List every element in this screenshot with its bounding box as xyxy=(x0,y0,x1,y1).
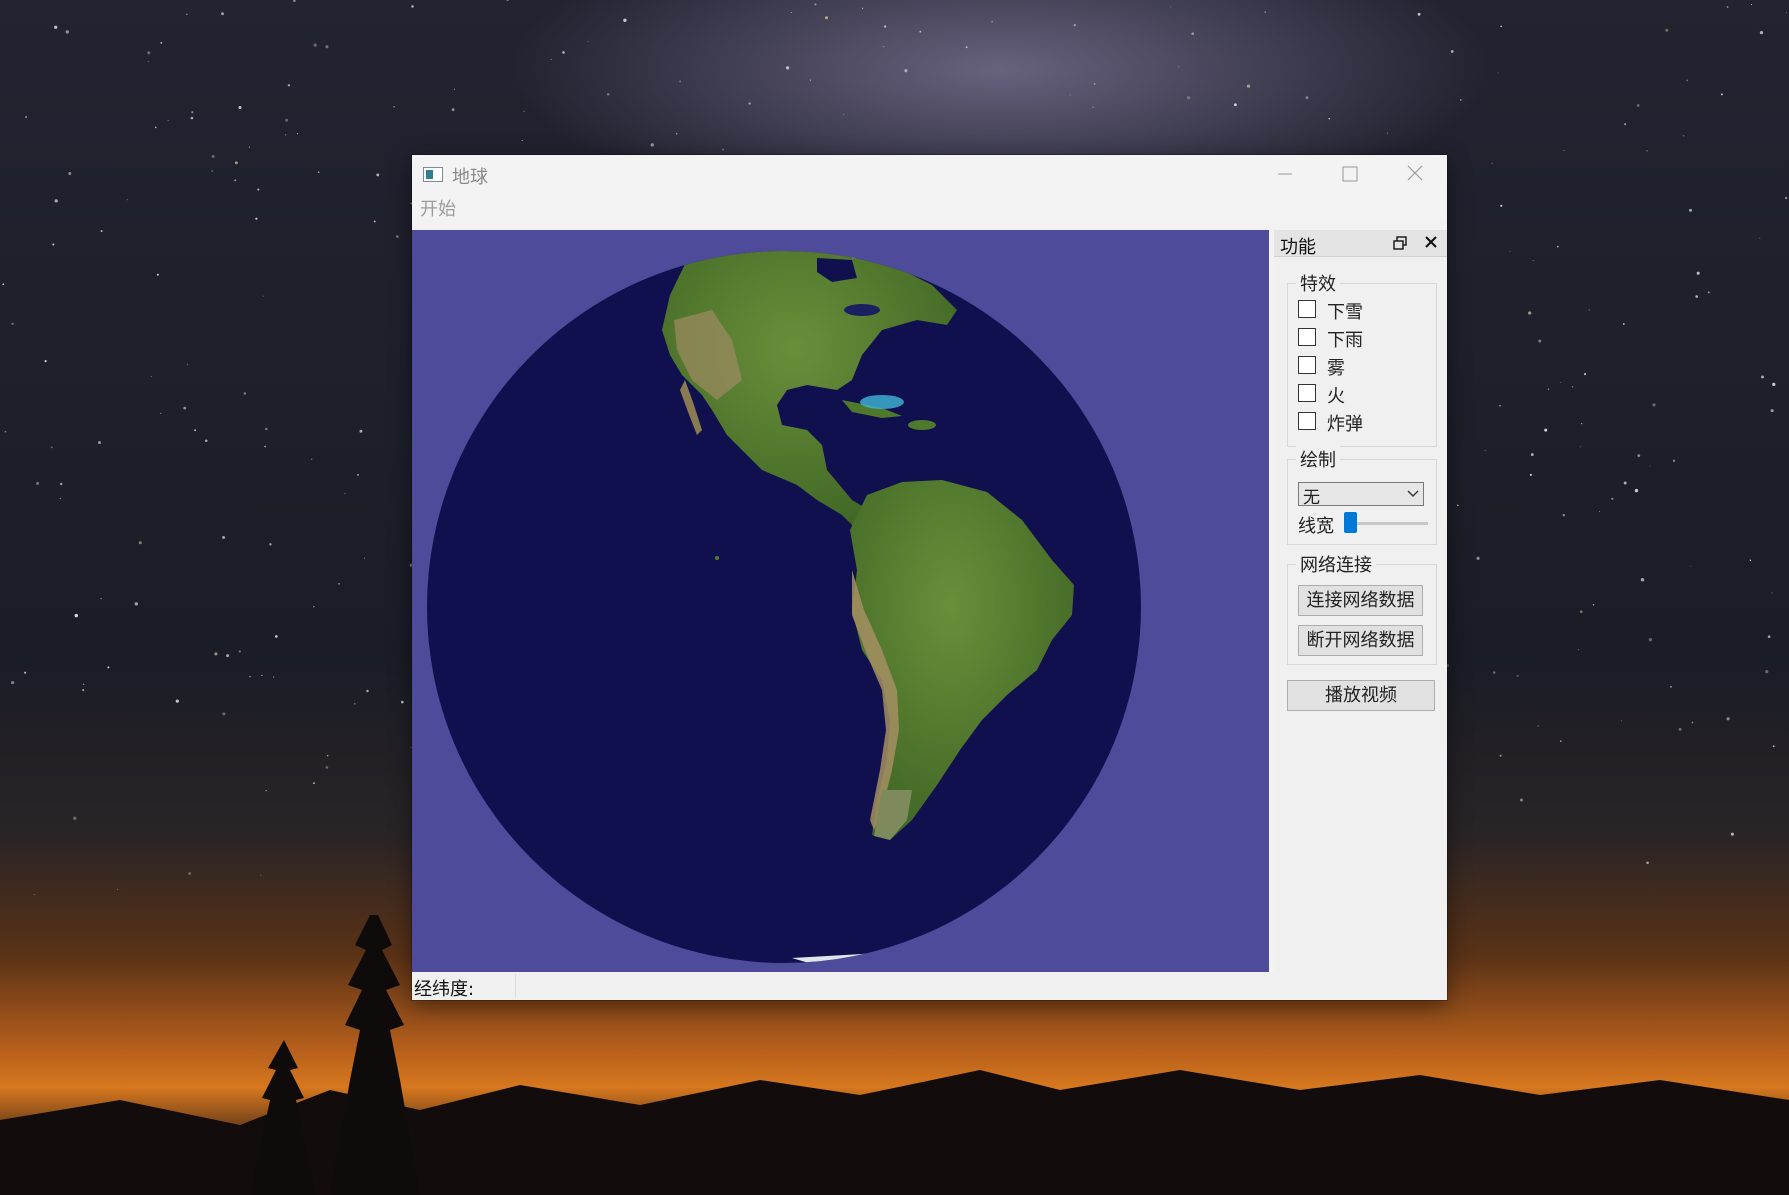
greenland-edge xyxy=(842,251,912,260)
title-bar[interactable]: 地球 xyxy=(412,155,1447,191)
checkbox-box[interactable] xyxy=(1298,356,1316,374)
draw-mode-select[interactable]: 无 xyxy=(1298,482,1424,508)
draw-mode-value: 无 xyxy=(1303,488,1320,508)
app-icon xyxy=(423,167,443,182)
network-group: 网络连接 连接网络数据 断开网络数据 xyxy=(1287,551,1437,665)
function-dock-panel: 功能 特效 下雪 下雨 雾 火 炸弹 绘制 无 线宽 网络连接 连接网络数据 断… xyxy=(1274,230,1447,972)
menu-bar: 开始 xyxy=(412,191,1447,221)
app-window: 地球 开始 功能 特效 下雪 下雨 雾 火 炸弹 绘制 无 线宽 网络连接 连接… xyxy=(412,155,1447,1000)
effects-group-title: 特效 xyxy=(1296,270,1340,296)
play-video-button[interactable]: 播放视频 xyxy=(1287,680,1435,711)
caribbean-shallows xyxy=(860,395,904,409)
line-width-label: 线宽 xyxy=(1298,516,1334,537)
dock-title: 功能 xyxy=(1280,237,1316,258)
maximize-button[interactable] xyxy=(1317,155,1381,191)
hispaniola xyxy=(908,420,936,430)
maximize-icon xyxy=(1342,166,1358,182)
close-button[interactable] xyxy=(1382,155,1446,191)
close-icon xyxy=(1407,165,1423,181)
minimize-icon xyxy=(1278,173,1292,175)
line-width-slider-thumb[interactable] xyxy=(1344,512,1357,533)
draw-group-title: 绘制 xyxy=(1296,446,1340,472)
dock-header[interactable]: 功能 xyxy=(1274,230,1447,258)
checkbox-box[interactable] xyxy=(1298,300,1316,318)
great-lakes xyxy=(844,304,880,316)
network-group-title: 网络连接 xyxy=(1296,551,1376,577)
effects-group: 特效 下雪 下雨 雾 火 炸弹 xyxy=(1287,270,1437,447)
globe-canvas[interactable] xyxy=(412,230,1269,972)
checkbox-label[interactable]: 下雨 xyxy=(1327,326,1363,352)
menu-item-start[interactable]: 开始 xyxy=(420,195,456,221)
status-separator xyxy=(515,974,516,998)
checkbox-box[interactable] xyxy=(1298,412,1316,430)
chevron-down-icon xyxy=(1407,490,1419,497)
checkbox-label[interactable]: 雾 xyxy=(1327,354,1345,380)
disconnect-network-button[interactable]: 断开网络数据 xyxy=(1298,625,1423,656)
window-title: 地球 xyxy=(452,167,488,188)
minimize-button[interactable] xyxy=(1252,155,1316,191)
status-bar: 经纬度: xyxy=(412,972,1447,1000)
lat-lon-label: 经纬度: xyxy=(414,979,475,1000)
checkbox-box[interactable] xyxy=(1298,328,1316,346)
checkbox-label[interactable]: 火 xyxy=(1327,382,1345,408)
draw-group: 绘制 无 线宽 xyxy=(1287,446,1437,545)
island-speck xyxy=(715,556,719,560)
checkbox-box[interactable] xyxy=(1298,384,1316,402)
checkbox-label[interactable]: 炸弹 xyxy=(1327,410,1363,436)
close-icon[interactable] xyxy=(1423,234,1439,250)
float-icon[interactable] xyxy=(1393,236,1407,250)
connect-network-button[interactable]: 连接网络数据 xyxy=(1298,585,1423,616)
globe-viewport[interactable] xyxy=(412,230,1269,972)
checkbox-label[interactable]: 下雪 xyxy=(1327,298,1363,324)
